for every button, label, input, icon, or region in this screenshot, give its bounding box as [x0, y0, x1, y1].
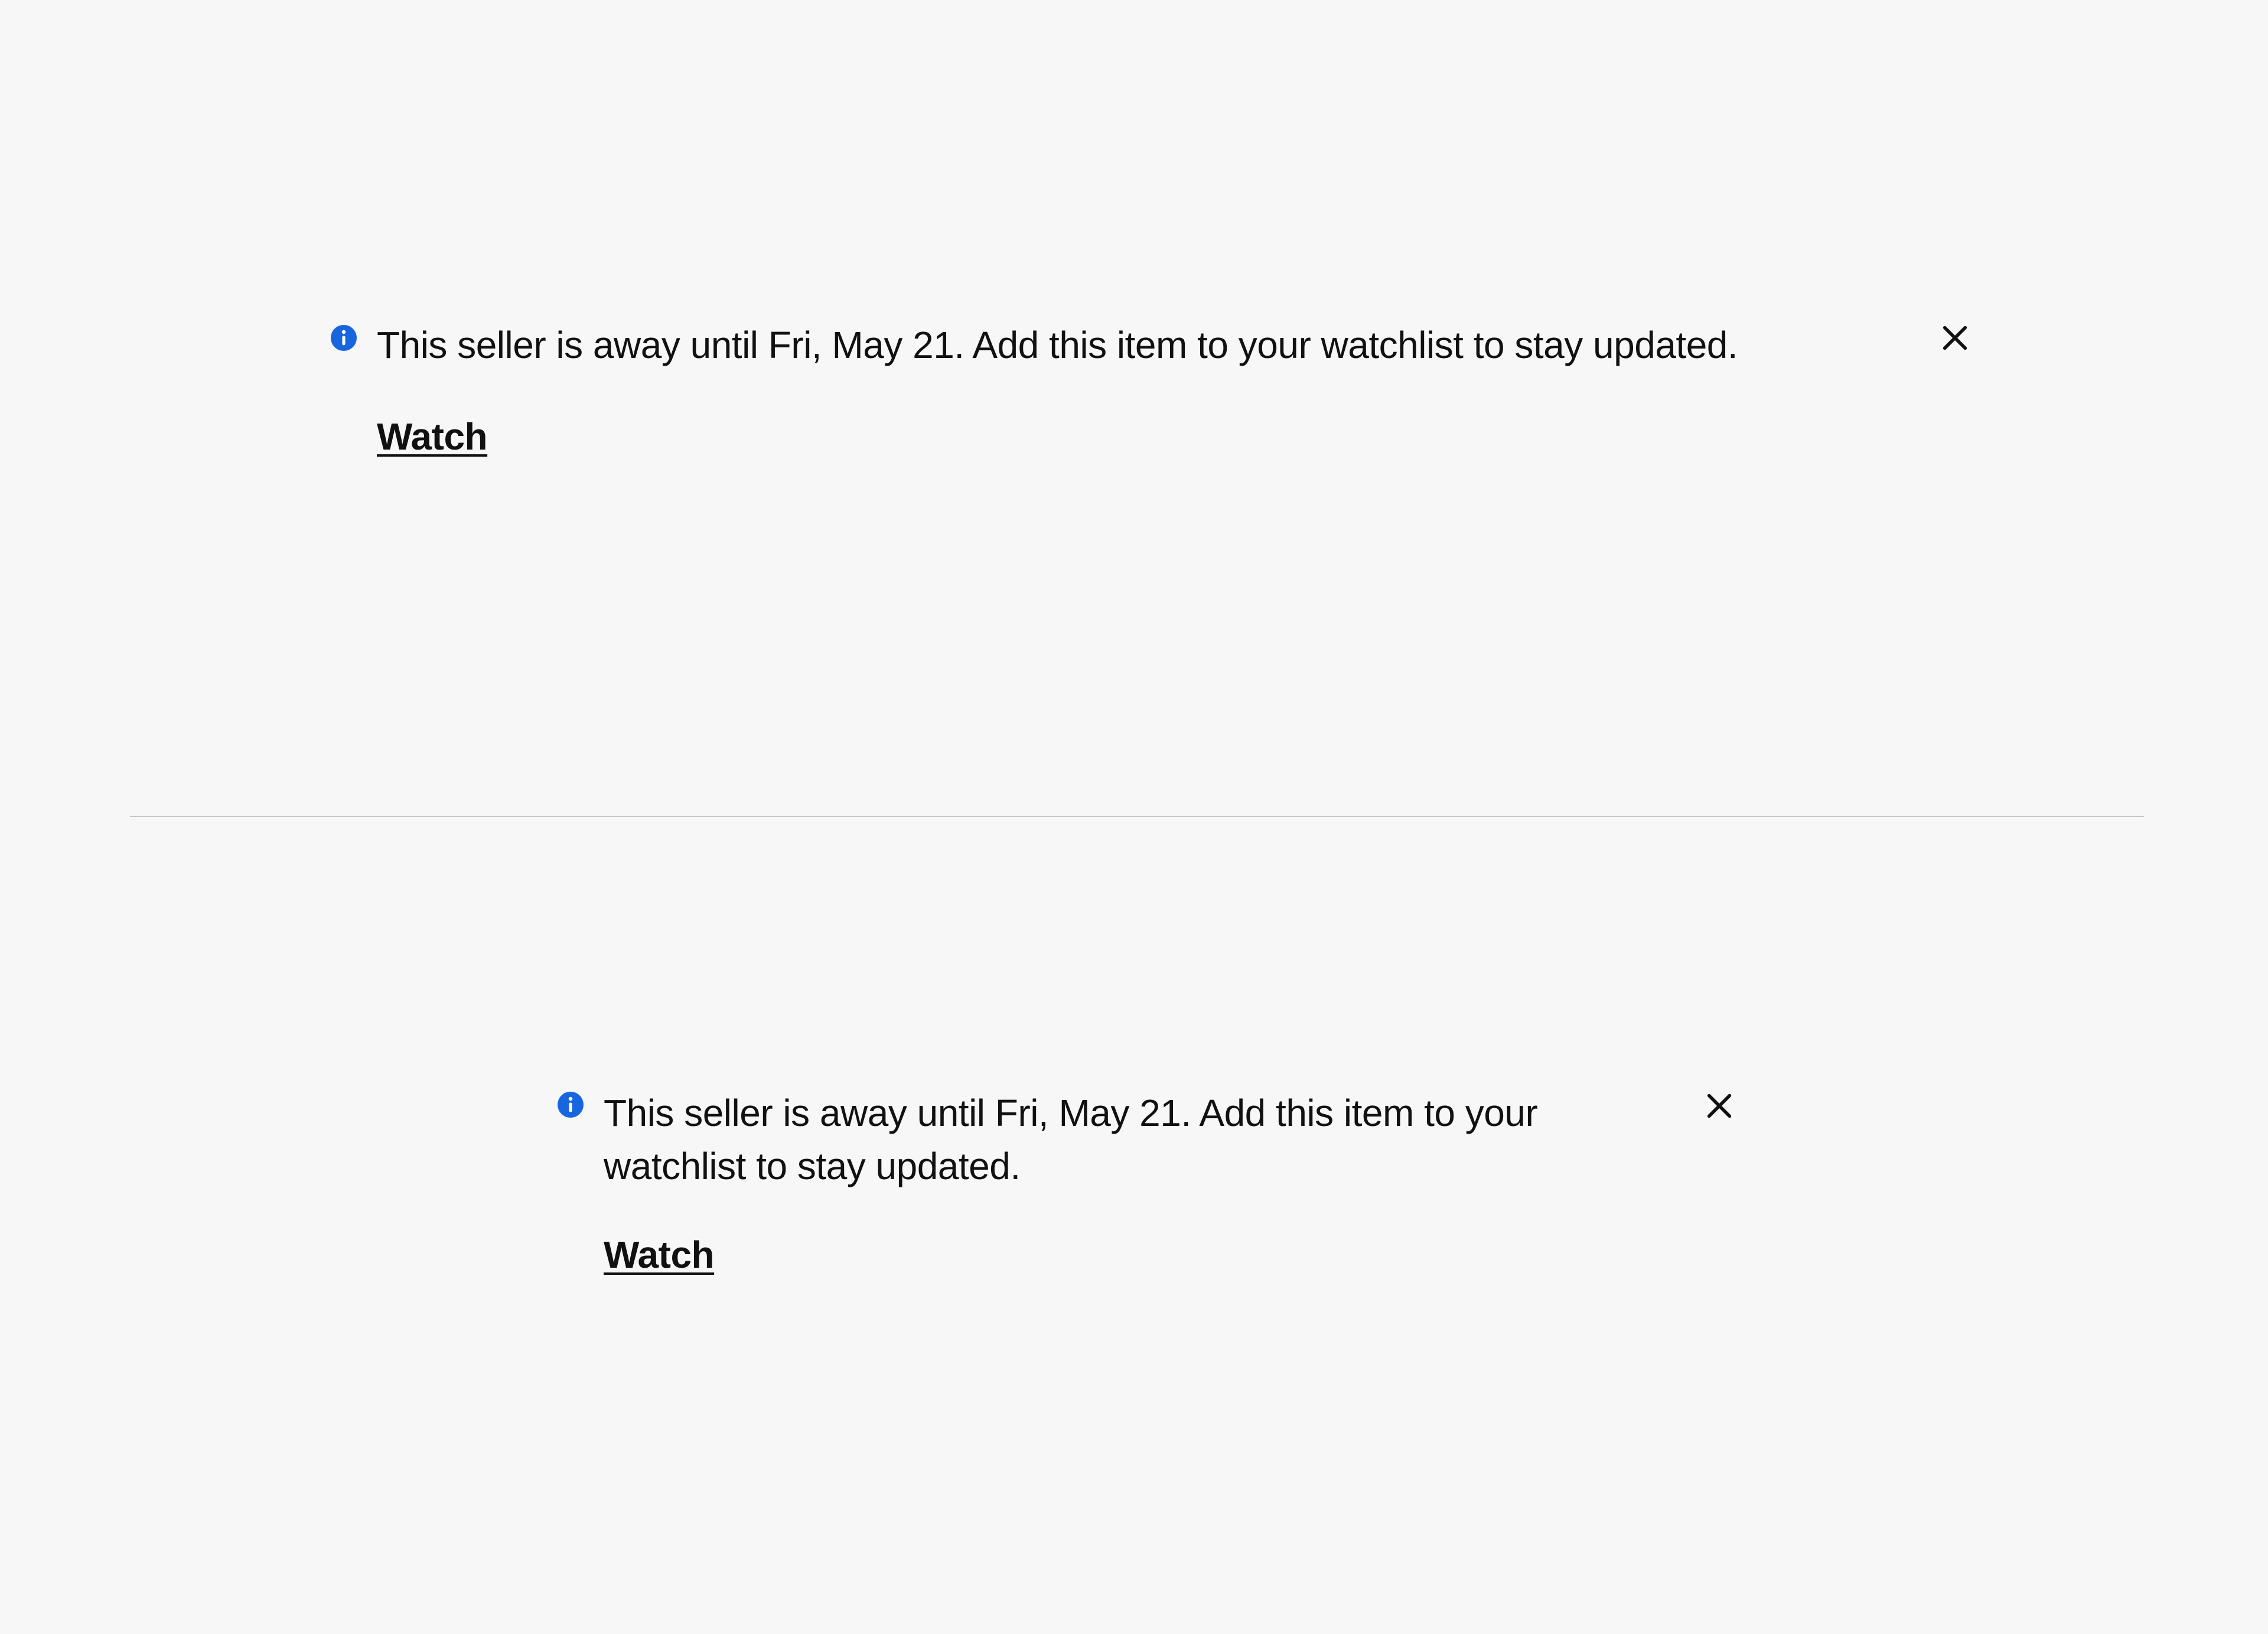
- notice-row: This seller is away until Fri, May 21. A…: [556, 1087, 1735, 1277]
- close-button[interactable]: [1704, 1091, 1735, 1121]
- notice-narrow: This seller is away until Fri, May 21. A…: [556, 1087, 1735, 1277]
- watch-link[interactable]: Watch: [377, 415, 487, 458]
- info-icon: [556, 1091, 585, 1119]
- notice-content: This seller is away until Fri, May 21. A…: [377, 319, 1879, 458]
- info-icon: [330, 324, 358, 352]
- close-icon: [1940, 346, 1970, 355]
- close-button[interactable]: [1940, 323, 1970, 353]
- close-icon: [1704, 1114, 1735, 1123]
- notice-content: This seller is away until Fri, May 21. A…: [604, 1087, 1656, 1277]
- notice-message: This seller is away until Fri, May 21. A…: [604, 1087, 1619, 1193]
- notice-wide: This seller is away until Fri, May 21. A…: [330, 319, 1970, 458]
- notice-message: This seller is away until Fri, May 21. A…: [377, 319, 1794, 372]
- divider: [130, 816, 2144, 817]
- notice-row: This seller is away until Fri, May 21. A…: [330, 319, 1970, 458]
- watch-link[interactable]: Watch: [604, 1233, 714, 1277]
